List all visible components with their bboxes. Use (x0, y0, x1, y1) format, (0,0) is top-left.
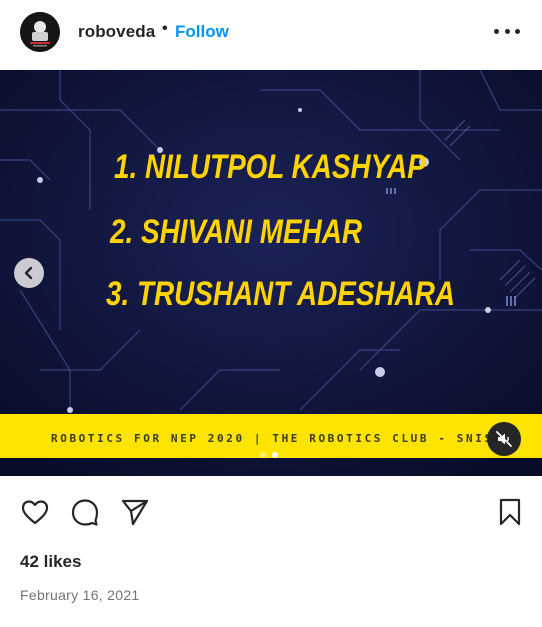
avatar[interactable] (20, 12, 60, 52)
carousel-dot-active (272, 452, 278, 458)
winner-3: 3. TRUSHANT ADESHARA (106, 275, 456, 313)
winners-list: 1. NILUTPOL KASHYAP 2. SHIVANI MEHAR 3. … (0, 70, 542, 410)
banner-text: ROBOTICS FOR NEP 2020 | THE ROBOTICS CLU… (51, 432, 503, 445)
bookmark-icon[interactable] (494, 496, 526, 528)
comment-icon[interactable] (69, 496, 101, 528)
separator-dot: • (162, 20, 168, 37)
chevron-left-icon[interactable] (14, 258, 44, 288)
winner-1: 1. NILUTPOL KASHYAP (114, 148, 426, 186)
send-icon[interactable] (119, 496, 151, 528)
action-bar (0, 496, 542, 532)
more-options-icon[interactable] (494, 20, 520, 42)
post-media[interactable]: 1. NILUTPOL KASHYAP 2. SHIVANI MEHAR 3. … (0, 70, 542, 476)
follow-button[interactable]: Follow (175, 22, 229, 42)
post-date[interactable]: February 16, 2021 (20, 587, 140, 603)
post-header: roboveda • Follow (0, 0, 542, 66)
winner-2: 2. SHIVANI MEHAR (110, 213, 362, 251)
carousel-indicator (260, 452, 278, 458)
carousel-dot (260, 452, 266, 458)
heart-icon[interactable] (19, 496, 51, 528)
volume-muted-icon[interactable] (487, 422, 521, 456)
username[interactable]: roboveda (78, 22, 155, 42)
likes-count[interactable]: 42 likes (20, 552, 81, 572)
